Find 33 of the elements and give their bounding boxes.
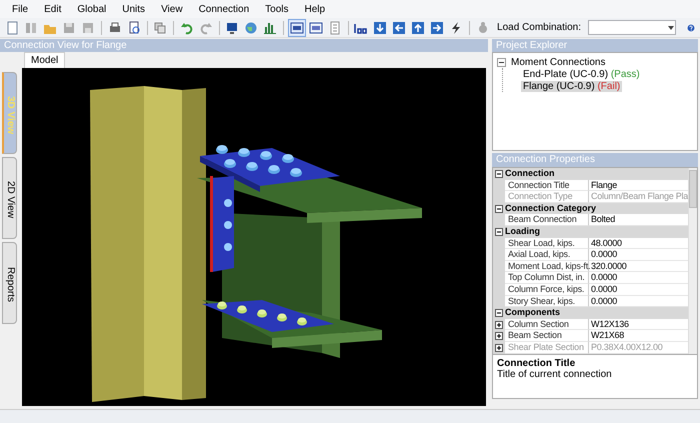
property-label: Shear Load, kips. bbox=[505, 238, 589, 250]
tree-item[interactable]: Flange (UC-0.9) (Fail) bbox=[521, 80, 622, 92]
menu-item[interactable]: Global bbox=[69, 4, 114, 14]
tree-item[interactable]: Moment Connections bbox=[509, 56, 608, 68]
property-label: Connection Title bbox=[505, 180, 589, 192]
side-tab[interactable]: Reports bbox=[2, 242, 17, 324]
pane-title: Project Explorer bbox=[492, 39, 698, 52]
side-tab[interactable]: 2D View bbox=[2, 157, 17, 239]
menu-item[interactable]: View bbox=[153, 4, 191, 14]
pane-title: Connection View for Flange bbox=[0, 39, 488, 52]
property-label: Top Column Dist, in. bbox=[505, 272, 589, 284]
property-label: Column Section bbox=[505, 318, 589, 330]
menu-item[interactable]: Edit bbox=[36, 4, 70, 14]
property-label: Shear Plate Section bbox=[505, 342, 589, 354]
category-label: Components bbox=[505, 307, 688, 319]
category-label: Connection Category bbox=[505, 202, 688, 214]
category-label: Loading bbox=[505, 226, 688, 238]
property-label: Axial Load, kips. bbox=[505, 249, 589, 261]
tab[interactable]: Model bbox=[24, 52, 66, 68]
description-title: Connection Title bbox=[497, 358, 576, 368]
menu-item[interactable]: Connection bbox=[190, 4, 258, 14]
load-combination-label: Load Combination: bbox=[497, 22, 581, 33]
menu-item[interactable]: File bbox=[4, 4, 36, 14]
property-label: Moment Load, kips-ft. bbox=[505, 260, 589, 272]
tree-item[interactable]: End-Plate (UC-0.9) (Pass) bbox=[521, 68, 642, 80]
property-label: Beam Section bbox=[505, 330, 589, 342]
menu-item[interactable]: Tools bbox=[257, 4, 297, 14]
menu-item[interactable]: Help bbox=[296, 4, 334, 14]
property-label: Column Force, kips. bbox=[505, 284, 589, 296]
menu-item[interactable]: Units bbox=[114, 4, 154, 14]
description-text: Title of current connection bbox=[497, 368, 613, 380]
pane-title: Connection Properties bbox=[492, 153, 698, 167]
category-label: Connection bbox=[505, 168, 688, 180]
